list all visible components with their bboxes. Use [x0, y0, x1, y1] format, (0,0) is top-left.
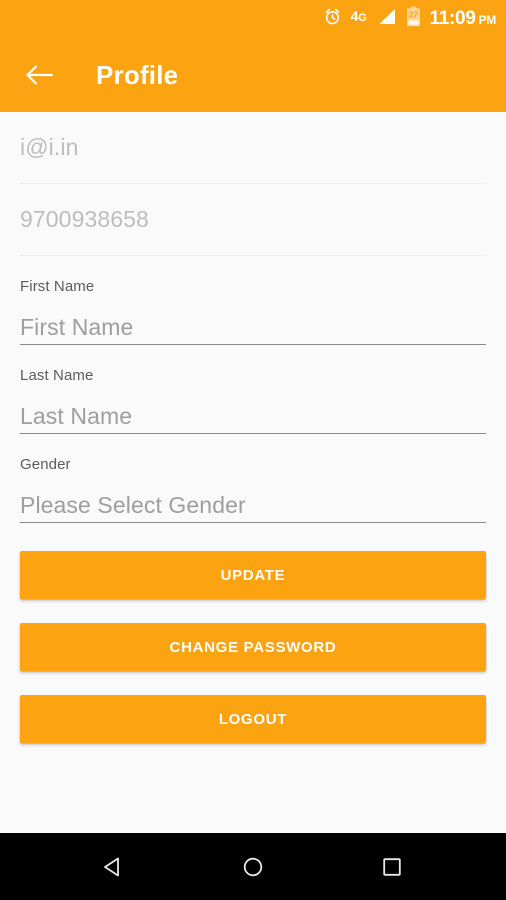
alarm-clock-icon	[323, 7, 342, 31]
change-password-button[interactable]: CHANGE PASSWORD	[20, 623, 486, 671]
update-button[interactable]: UPDATE	[20, 551, 486, 599]
action-buttons: UPDATE CHANGE PASSWORD LOGOUT	[20, 523, 486, 743]
app-bar: Profile	[0, 38, 506, 112]
status-bar: 4G 27 11:09 PM	[0, 0, 506, 38]
email-value: i@i.in	[20, 134, 79, 160]
last-name-block: Last Name Last Name	[20, 345, 486, 434]
status-bar-clock: 11:09 PM	[429, 8, 497, 30]
phone-screen: 4G 27 11:09 PM Profile i@i.in 9700938658…	[0, 0, 506, 900]
clock-time: 11:09	[429, 8, 476, 29]
battery-icon: 27	[406, 6, 421, 32]
profile-form: i@i.in 9700938658 First Name First Name …	[0, 112, 506, 833]
network-type-label: 4G	[350, 7, 367, 24]
phone-value: 9700938658	[20, 206, 149, 232]
last-name-label: Last Name	[20, 367, 94, 384]
gender-select[interactable]: Please Select Gender	[20, 477, 486, 523]
home-circle-icon[interactable]	[223, 843, 283, 891]
last-name-placeholder: Last Name	[20, 402, 133, 429]
first-name-placeholder: First Name	[20, 313, 134, 340]
first-name-label: First Name	[20, 278, 95, 295]
back-arrow-icon[interactable]	[12, 47, 68, 103]
status-icons: 4G 27 11:09 PM	[323, 6, 496, 32]
page-title: Profile	[96, 59, 179, 90]
logout-button[interactable]: LOGOUT	[20, 695, 486, 743]
back-triangle-icon[interactable]	[84, 843, 144, 891]
first-name-block: First Name First Name	[20, 256, 486, 345]
clock-meridiem: PM	[478, 13, 497, 27]
email-field: i@i.in	[20, 112, 486, 184]
gender-block: Gender Please Select Gender	[20, 434, 486, 523]
android-nav-bar	[0, 833, 506, 900]
first-name-input[interactable]: First Name	[20, 299, 486, 345]
svg-text:27: 27	[409, 11, 418, 20]
last-name-input[interactable]: Last Name	[20, 388, 486, 434]
signal-triangle-icon	[376, 7, 397, 31]
gender-placeholder: Please Select Gender	[20, 491, 246, 518]
recents-square-icon[interactable]	[362, 843, 422, 891]
gender-label: Gender	[20, 456, 71, 473]
phone-field: 9700938658	[20, 184, 486, 256]
